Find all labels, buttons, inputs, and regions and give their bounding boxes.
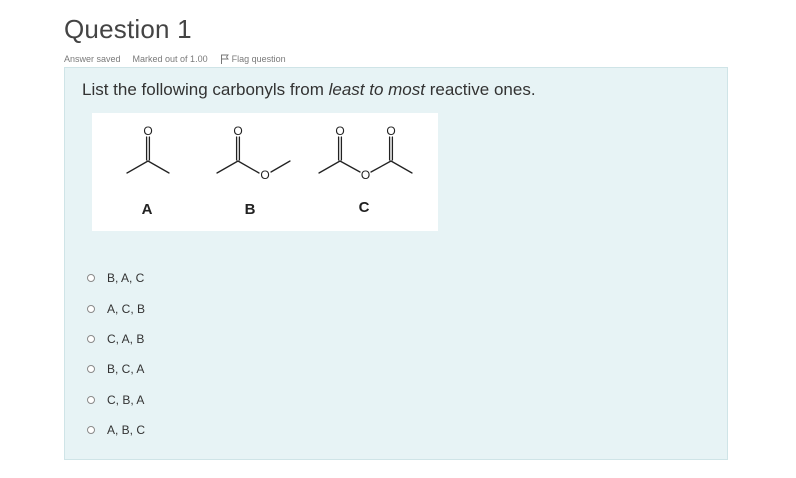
flag-icon — [220, 54, 229, 64]
atom-o-c2: O — [386, 124, 395, 138]
option-label: A, B, C — [107, 423, 146, 438]
quiz-page: Question 1 Answer saved Marked out of 1.… — [0, 0, 796, 478]
prompt-text-start: List the following carbonyls from — [82, 80, 329, 99]
option-label: C, A, B — [107, 331, 145, 346]
atom-o-b1: O — [233, 124, 242, 138]
atom-o-a: O — [143, 124, 152, 138]
flag-question-link[interactable]: Flag question — [220, 54, 286, 64]
radio-button[interactable] — [87, 365, 95, 374]
radio-button[interactable] — [87, 304, 95, 313]
structure-label-c: C — [359, 199, 370, 216]
atom-o-c3: O — [361, 168, 370, 182]
option-5[interactable]: A, B, C — [87, 415, 145, 445]
structures-svg: O O O O O O A B C — [126, 124, 413, 218]
structure-label-a: A — [142, 201, 153, 218]
carbonyl-structures-image: O O O O O O A B C — [92, 113, 438, 231]
answer-status: Answer saved — [64, 54, 121, 64]
answer-options: B, A, C A, C, B C, A, B B, C, A C, B, A … — [87, 263, 145, 445]
structure-a — [126, 136, 170, 174]
option-4[interactable]: C, B, A — [87, 385, 145, 415]
question-panel: List the following carbonyls from least … — [64, 67, 728, 460]
radio-button[interactable] — [87, 334, 95, 343]
option-3[interactable]: B, C, A — [87, 354, 145, 384]
prompt-emphasis: least to most — [328, 80, 425, 99]
radio-button[interactable] — [87, 274, 95, 283]
question-title: Question 1 — [64, 14, 192, 44]
structure-b — [216, 136, 291, 174]
option-label: B, A, C — [107, 271, 145, 286]
option-label: A, C, B — [107, 301, 146, 316]
option-label: B, C, A — [107, 362, 145, 377]
atom-o-c1: O — [335, 124, 344, 138]
marks-info: Marked out of 1.00 — [132, 54, 208, 64]
radio-button[interactable] — [87, 426, 95, 435]
option-label: C, B, A — [107, 392, 145, 407]
option-0[interactable]: B, A, C — [87, 263, 145, 293]
prompt-text-end: reactive ones. — [424, 80, 536, 99]
atom-o-b2: O — [260, 168, 269, 182]
question-prompt: List the following carbonyls from least … — [82, 80, 536, 100]
question-meta: Answer saved Marked out of 1.00 Flag que… — [64, 54, 286, 64]
flag-question-label: Flag question — [231, 54, 286, 64]
option-2[interactable]: C, A, B — [87, 324, 145, 354]
radio-button[interactable] — [87, 395, 95, 404]
option-1[interactable]: A, C, B — [87, 293, 145, 323]
structure-label-b: B — [245, 201, 256, 218]
